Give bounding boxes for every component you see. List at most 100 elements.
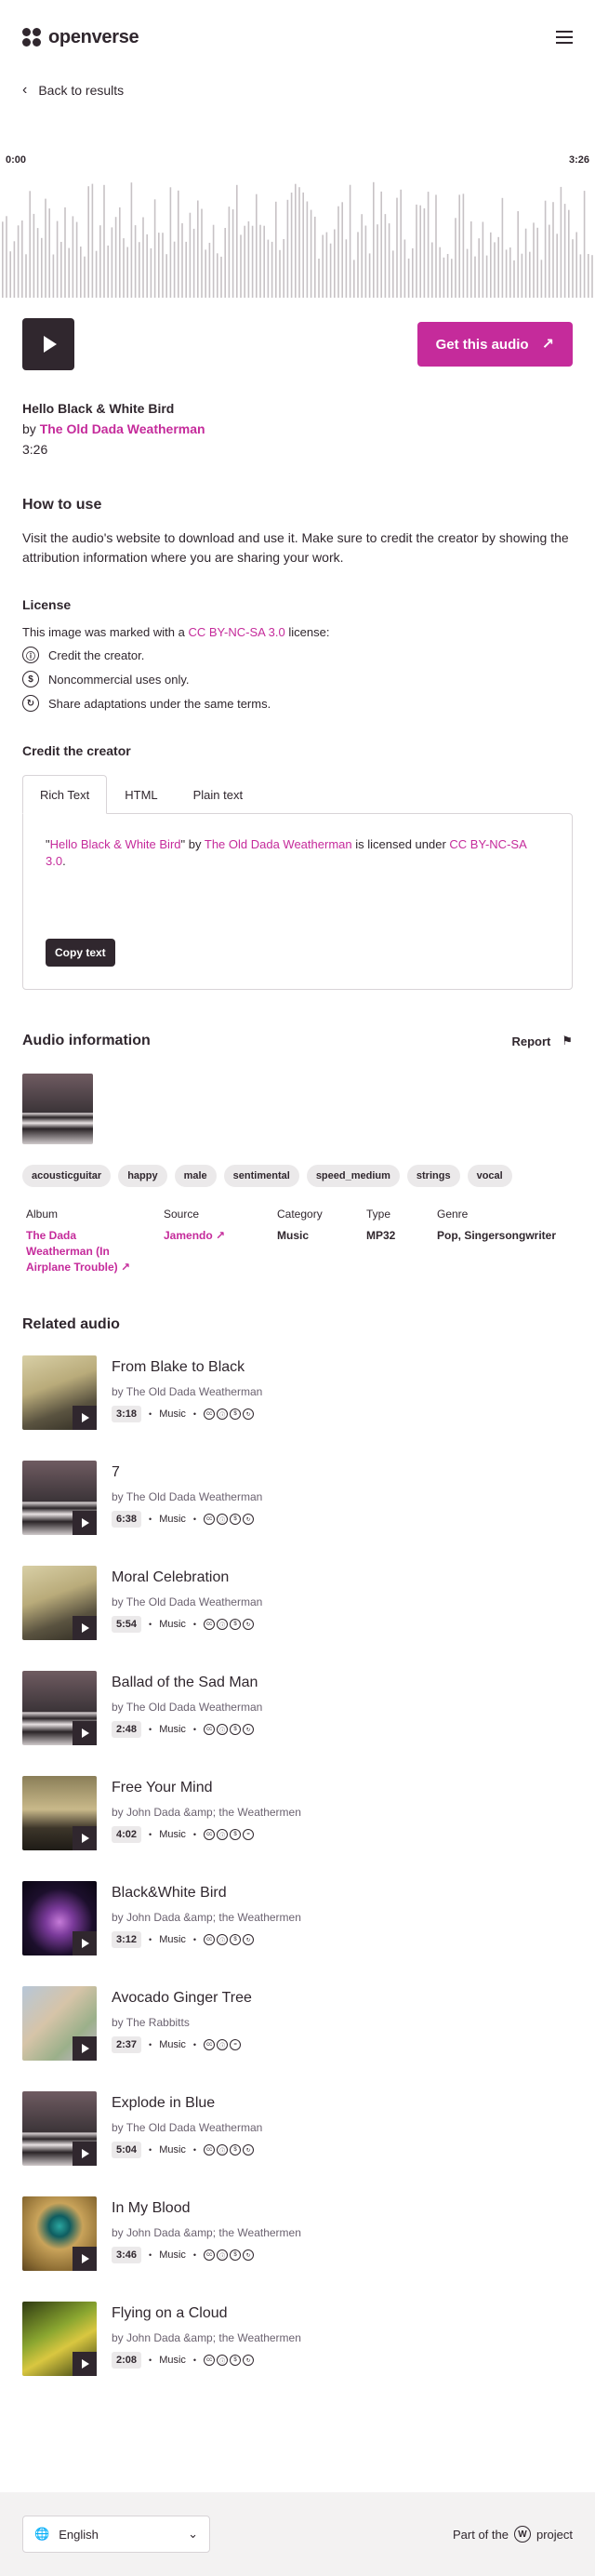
tab-rich-text[interactable]: Rich Text [22,775,108,814]
menu-icon[interactable] [556,31,573,44]
play-button[interactable] [73,2247,97,2271]
related-audio-item[interactable]: Flying on a Cloud by John Dada &amp; the… [0,2302,595,2377]
related-audio-item[interactable]: From Blake to Black by The Old Dada Weat… [0,1355,595,1431]
waveform-bar [556,234,558,298]
waveform-bar [478,238,480,298]
separator-dot: • [149,2356,152,2365]
attribution-creator-link[interactable]: The Old Dada Weatherman [205,837,352,851]
track-title: Hello Black & White Bird [22,401,175,416]
language-select[interactable]: 🌐 English ⌄ [22,2516,210,2553]
separator-dot: • [192,1725,197,1734]
artist-link[interactable]: The Old Dada Weatherman [40,421,205,436]
related-title[interactable]: Avocado Ginger Tree [112,1990,252,2007]
waveform-bar [189,212,192,298]
waveform-bar [228,207,231,298]
nd-icon: = [230,2039,242,2050]
play-button[interactable] [73,1406,97,1430]
play-button[interactable] [73,1721,97,1745]
play-button[interactable] [73,2142,97,2166]
tag[interactable]: male [174,1165,217,1187]
waveform-bars[interactable] [0,177,595,298]
separator-dot: • [149,1830,152,1839]
related-audio-item[interactable]: Ballad of the Sad Man by The Old Dada We… [0,1671,595,1746]
related-title[interactable]: Free Your Mind [112,1780,301,1796]
related-meta: 3:18 • Music • cc ⓘ $ ↻ [112,1406,262,1422]
sa-icon: ↻ [243,2249,255,2261]
report-button[interactable]: Report ⚑ [511,1034,573,1048]
play-button[interactable] [73,1826,97,1850]
duration-badge: 2:37 [112,2036,142,2053]
waveform-bar [279,249,281,298]
play-button[interactable] [73,2036,97,2061]
related-audio-item[interactable]: Free Your Mind by John Dada &amp; the We… [0,1776,595,1851]
openverse-logo[interactable]: openverse [22,27,139,48]
tag[interactable]: vocal [467,1165,512,1187]
related-audio-item[interactable]: Moral Celebration by The Old Dada Weathe… [0,1566,595,1641]
play-button[interactable] [73,1931,97,1955]
waveform-bar [84,256,86,298]
related-title[interactable]: Explode in Blue [112,2095,262,2112]
attribution-title-link[interactable]: Hello Black & White Bird [50,837,181,851]
related-audio-item[interactable]: In My Blood by John Dada &amp; the Weath… [0,2196,595,2272]
source-label: Source [164,1208,200,1221]
tab-plain-text[interactable]: Plain text [176,775,260,814]
related-title[interactable]: In My Blood [112,2200,301,2217]
tag[interactable]: speed_medium [306,1165,400,1187]
related-title[interactable]: Flying on a Cloud [112,2305,301,2322]
category-label: Music [159,2355,186,2366]
waveform-bar [178,190,179,298]
play-button[interactable] [73,2352,97,2376]
tag[interactable]: acousticguitar [22,1165,112,1187]
tag[interactable]: strings [406,1165,460,1187]
back-to-results-link[interactable]: ‹ Back to results [0,74,595,106]
get-this-audio-button[interactable]: Get this audio ↗ [416,322,573,367]
waveform-bar [60,242,62,298]
category-label: Music [159,1514,186,1525]
by-icon: ⓘ [217,2355,229,2366]
license-icons: cc ⓘ $ ↻ [204,1619,255,1630]
waveform-bar [217,253,218,298]
source-field: Source Jamendo ↗ [164,1208,277,1275]
tab-html[interactable]: HTML [107,775,175,814]
related-title[interactable]: From Blake to Black [112,1359,262,1376]
license-icons: cc ⓘ $ ↻ [204,2355,255,2366]
waveform-bar [513,260,515,298]
related-audio-item[interactable]: Avocado Ginger Tree by The Rabbitts 2:37… [0,1986,595,2062]
waveform-bar [197,200,199,298]
play-icon [82,2254,89,2263]
tag[interactable]: happy [118,1165,167,1187]
album-link[interactable]: The Dada Weatherman (In Airplane Trouble… [26,1228,136,1275]
related-audio-item[interactable]: 7 by The Old Dada Weatherman 6:38 • Musi… [0,1461,595,1536]
play-button[interactable] [22,318,74,370]
nc-icon: $ [230,1514,242,1525]
tag[interactable]: sentimental [223,1165,299,1187]
nc-icon: $ [22,671,39,687]
play-button[interactable] [73,1511,97,1535]
cc-icon: cc [204,1829,216,1840]
album-field: Album The Dada Weatherman (In Airplane T… [26,1208,164,1275]
related-audio-item[interactable]: Black&White Bird by John Dada &amp; the … [0,1881,595,1956]
waveform-bar [377,224,378,298]
source-link[interactable]: Jamendo ↗ [164,1228,277,1244]
related-title[interactable]: Ballad of the Sad Man [112,1675,262,1691]
waveform[interactable]: 0:00 3:26 [0,154,595,298]
related-title[interactable]: 7 [112,1464,262,1481]
waveform-bar [439,247,441,298]
credit-section: Credit the creator Rich Text HTML Plain … [0,743,595,990]
related-title[interactable]: Black&White Bird [112,1885,301,1902]
sa-icon: ↻ [243,1619,255,1630]
play-button[interactable] [73,1616,97,1640]
by-icon: ⓘ [217,1829,229,1840]
category-label: Music [159,2249,186,2261]
copy-text-button[interactable]: Copy text [46,939,115,967]
waveform-bar [529,251,531,298]
by-icon: ⓘ [217,1514,229,1525]
waveform-bar [48,208,50,298]
related-meta: 6:38 • Music • cc ⓘ $ ↻ [112,1511,262,1528]
part-of-wordpress[interactable]: Part of the W project [453,2526,573,2543]
license-link[interactable]: CC BY-NC-SA 3.0 [188,625,284,639]
related-title[interactable]: Moral Celebration [112,1569,262,1586]
waveform-bar [407,258,410,298]
waveform-bar [497,236,499,298]
related-audio-item[interactable]: Explode in Blue by The Old Dada Weatherm… [0,2091,595,2167]
